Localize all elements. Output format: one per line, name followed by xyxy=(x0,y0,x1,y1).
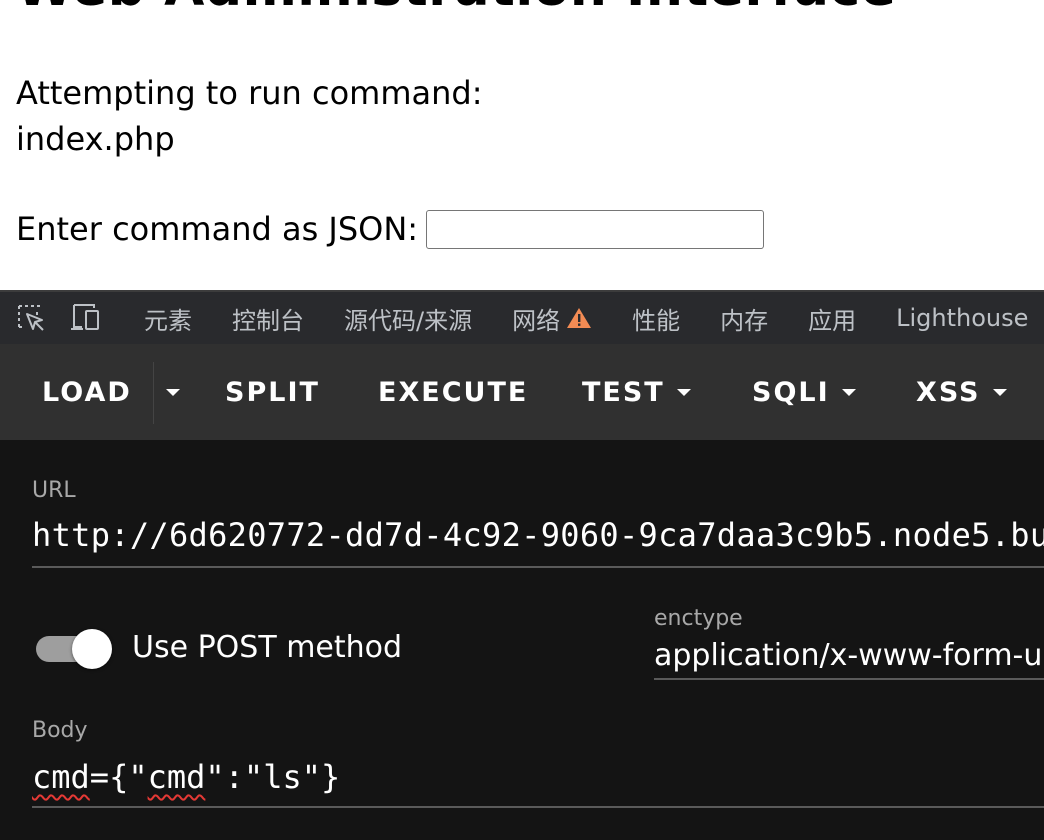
url-label: URL xyxy=(32,478,76,503)
tab-console[interactable]: 控制台 xyxy=(212,301,324,336)
xss-menu-button[interactable]: XSS xyxy=(916,344,1007,440)
request-form: URL http://6d620772-dd7d-4c92-9060-9ca7d… xyxy=(0,440,1044,840)
test-menu-button[interactable]: TEST xyxy=(582,344,691,440)
hackbar-toolbar: LOAD SPLIT EXECUTE TEST SQLI XSS xyxy=(0,344,1044,440)
json-command-input[interactable] xyxy=(426,209,765,249)
test-label: TEST xyxy=(582,376,665,408)
inspect-element-icon[interactable] xyxy=(16,302,46,334)
tab-memory[interactable]: 内存 xyxy=(700,301,788,336)
post-method-label: Use POST method xyxy=(132,630,403,665)
tab-application[interactable]: 应用 xyxy=(788,301,876,336)
sqli-label: SQLI xyxy=(752,376,830,408)
tab-network[interactable]: 网络 xyxy=(492,301,612,336)
tab-performance[interactable]: 性能 xyxy=(612,301,700,336)
load-dropdown-button[interactable] xyxy=(160,344,186,440)
attempt-label: Attempting to run command: xyxy=(16,74,483,112)
chevron-down-icon xyxy=(166,388,180,396)
tab-elements[interactable]: 元素 xyxy=(124,301,212,336)
devtools-tab-bar: 元素 控制台 源代码/来源 网络 性能 内存 应用 Lighthouse xyxy=(0,290,1044,344)
body-underline xyxy=(32,806,1044,808)
sqli-menu-button[interactable]: SQLI xyxy=(752,344,856,440)
load-button[interactable]: LOAD xyxy=(42,344,132,440)
url-underline xyxy=(32,566,1044,568)
body-text-part: ={" xyxy=(89,758,148,796)
split-button[interactable]: SPLIT xyxy=(225,344,320,440)
command-label: Enter command as JSON: xyxy=(16,210,419,248)
body-label: Body xyxy=(32,718,88,743)
chevron-down-icon xyxy=(992,388,1007,396)
warning-icon xyxy=(566,307,592,329)
attempt-block: Attempting to run command: index.php xyxy=(16,70,482,162)
execute-button[interactable]: EXECUTE xyxy=(378,344,528,440)
web-page: Web Administration Interface Attempting … xyxy=(0,0,1044,290)
enctype-underline xyxy=(654,678,1044,680)
body-text-part: ":"ls"} xyxy=(205,758,341,796)
post-method-toggle[interactable] xyxy=(34,629,114,669)
enctype-label: enctype xyxy=(654,606,743,631)
command-row: Enter command as JSON: xyxy=(16,206,765,252)
chevron-down-icon xyxy=(676,388,691,396)
toolbar-separator xyxy=(153,362,154,424)
xss-label: XSS xyxy=(916,376,981,408)
body-text-part: cmd xyxy=(32,758,90,796)
attempt-value: index.php xyxy=(16,120,175,158)
body-text-part: cmd xyxy=(147,758,206,796)
device-toolbar-icon[interactable] xyxy=(70,302,102,334)
tab-sources[interactable]: 源代码/来源 xyxy=(324,301,492,336)
url-field[interactable]: http://6d620772-dd7d-4c92-9060-9ca7daa3c… xyxy=(32,516,1044,554)
body-field[interactable]: cmd={"cmd":"ls"} xyxy=(32,758,340,796)
page-title: Web Administration Interface xyxy=(16,0,896,18)
chevron-down-icon xyxy=(841,388,856,396)
enctype-select[interactable]: application/x-www-form-ur xyxy=(654,638,1044,673)
tab-network-label: 网络 xyxy=(512,306,561,335)
toggle-knob xyxy=(72,629,112,669)
tab-lighthouse[interactable]: Lighthouse xyxy=(876,304,1044,332)
